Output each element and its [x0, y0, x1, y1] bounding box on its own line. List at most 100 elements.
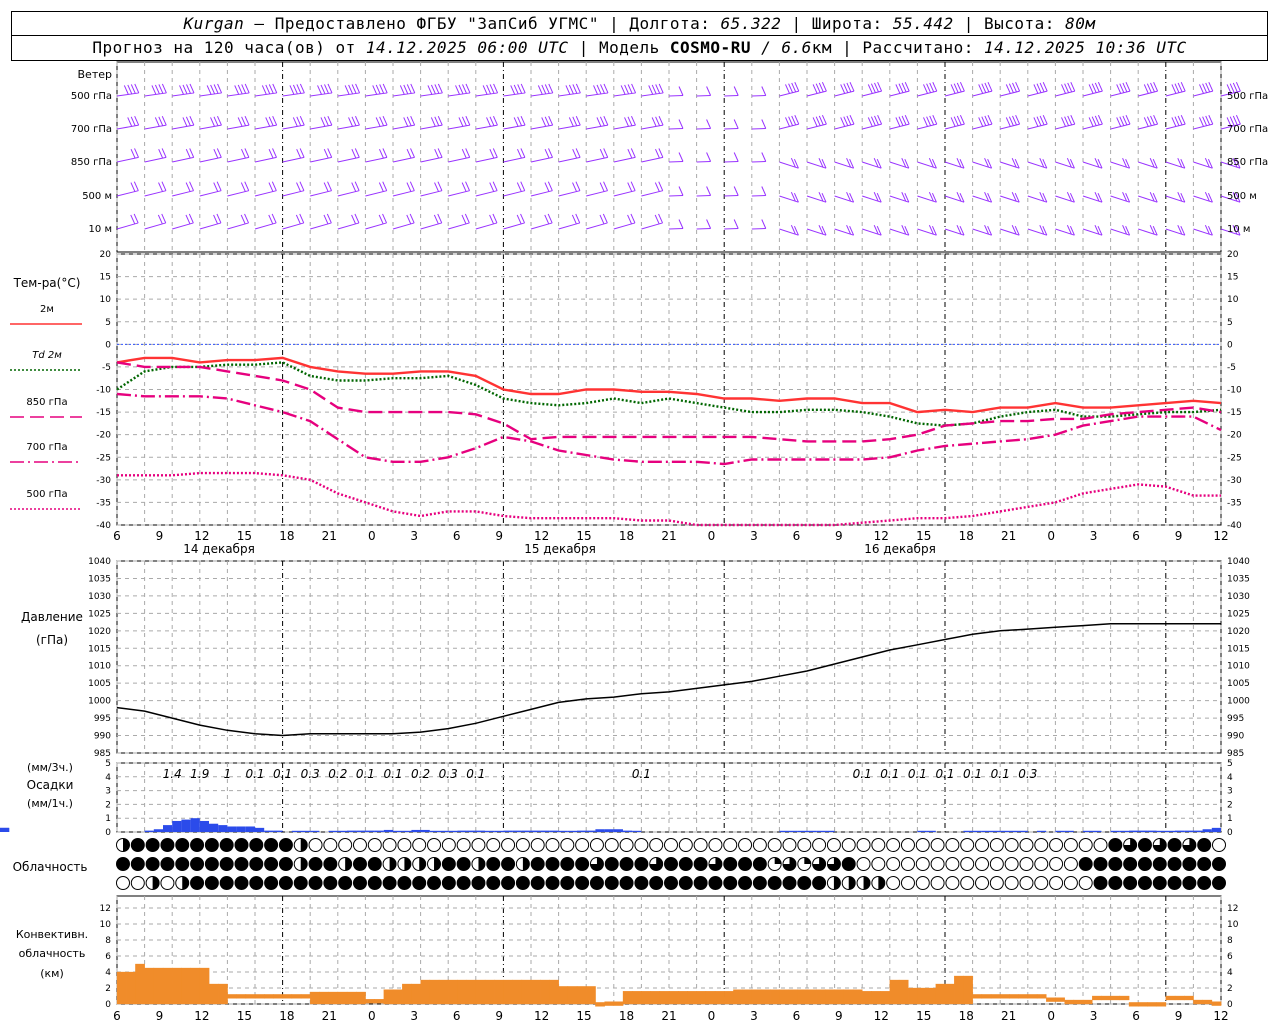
- cloud-cover-fill: [1168, 876, 1182, 890]
- wind-barb-flag: [406, 84, 412, 94]
- wind-barb-shaft: [310, 222, 332, 230]
- wind-level-left: 850 гПа: [71, 157, 112, 168]
- wind-barb-flag: [351, 148, 357, 159]
- precip-3h-label: 0.1: [245, 767, 264, 781]
- wind-barb-flag: [1174, 116, 1180, 126]
- wind-barb-flag: [133, 181, 139, 191]
- wind-barb-flag: [189, 181, 195, 191]
- conv-cloud-bar: [392, 989, 403, 1005]
- x-tick-lower: 9: [835, 1009, 843, 1023]
- conv-cloud-bar: [558, 986, 569, 1005]
- wind-barb-flag: [134, 83, 140, 94]
- conv-title-2: облачность: [19, 947, 86, 960]
- conv-cloud-bar: [126, 971, 136, 1005]
- wind-barb-flag: [1208, 114, 1214, 125]
- wind-barb-shaft: [475, 190, 498, 197]
- precip-title: Осадки: [27, 778, 74, 792]
- conv-ytick-left: 12: [100, 904, 111, 914]
- cloud-cover-symbol: [1049, 857, 1064, 871]
- precip-bar: [255, 827, 265, 832]
- precip-bar: [1083, 830, 1093, 832]
- x-tick-lower: 12: [1213, 1009, 1228, 1023]
- x-tick-lower: 18: [619, 1009, 634, 1023]
- temp-ytick-right: 15: [1227, 273, 1238, 283]
- precip-bar: [245, 826, 255, 832]
- wind-barb-flag: [355, 115, 360, 126]
- wind-barb-flag: [818, 115, 824, 126]
- conv-cloud-bar: [162, 967, 173, 1005]
- wind-barb-shaft: [365, 156, 388, 163]
- cloud-cover-fill: [605, 876, 619, 890]
- wind-barb-flag: [434, 148, 440, 159]
- wind-barb-shaft: [420, 190, 443, 197]
- wind-barb-flag: [651, 84, 657, 95]
- cloud-cover-fill: [486, 857, 500, 871]
- cloud-cover-fill: [531, 857, 545, 871]
- wind-barb-flag: [950, 84, 956, 94]
- conv-cloud-bar: [346, 991, 357, 1005]
- wind-barb-flag: [1199, 84, 1204, 94]
- cloud-cover-fill: [323, 876, 337, 890]
- conv-cloud-bar: [365, 999, 375, 1004]
- x-tick-lower: 9: [495, 1009, 503, 1023]
- wind-barb-flag: [406, 116, 412, 126]
- wind-barb-flag: [791, 82, 797, 93]
- conv-cloud-bar: [632, 991, 642, 1005]
- wind-barb-flag: [603, 83, 609, 94]
- wind-barb-flag: [1008, 83, 1014, 93]
- cloud-cover-fill: [679, 876, 693, 890]
- wind-level-left: 700 гПа: [71, 124, 112, 135]
- conv-cloud-bar: [981, 994, 992, 999]
- conv-cloud-bar: [604, 1001, 615, 1006]
- wind-barb-shaft: [530, 222, 553, 230]
- x-tick-upper: 6: [793, 529, 801, 543]
- wind-barb-flag: [244, 83, 250, 94]
- conv-cloud-bar: [724, 991, 734, 1005]
- wind-barb-flag: [1012, 115, 1017, 126]
- wind-barb-shaft: [613, 190, 636, 197]
- wind-barb-shaft: [337, 190, 360, 197]
- cloud-cover-fill: [404, 857, 411, 871]
- cloud-cover-symbol: [1078, 838, 1093, 852]
- conv-cloud-bar: [429, 979, 440, 1005]
- wind-barb-flag: [158, 116, 164, 126]
- cloud-cover-symbol: [382, 838, 397, 852]
- cloud-cover-fill: [723, 876, 737, 890]
- wind-barb-flag: [182, 84, 188, 95]
- cloud-cover-symbol: [841, 838, 856, 852]
- x-tick-upper: 6: [113, 529, 121, 543]
- cloud-cover-fill: [1153, 876, 1167, 890]
- precip-3h-label: 0.3: [301, 767, 320, 781]
- precip-bar: [374, 830, 384, 832]
- wind-barb-flag: [901, 115, 907, 126]
- precip-bar: [365, 830, 375, 832]
- cloud-cover-fill: [323, 857, 337, 871]
- wind-barb-flag: [272, 148, 277, 158]
- cloud-cover-symbol: [856, 857, 871, 871]
- wind-barb-flag: [1180, 81, 1186, 92]
- cloud-cover-symbol: [560, 838, 575, 852]
- wind-barb-flag: [568, 84, 574, 95]
- cloud-cover-symbol: [634, 838, 649, 852]
- wind-barb-shaft: [392, 124, 415, 130]
- temp-ytick-left: 10: [100, 295, 112, 305]
- precip-3h-label: 0.2: [328, 767, 347, 781]
- precip-bar: [153, 829, 163, 832]
- wind-barb-flag: [492, 213, 498, 224]
- wind-barb-flag: [1039, 82, 1045, 93]
- wind-barb-flag: [510, 85, 516, 95]
- precip-bar: [825, 830, 835, 832]
- wind-barb-flag: [127, 84, 133, 95]
- wind-barb-flag: [189, 115, 195, 126]
- wind-barb-flag: [272, 115, 278, 126]
- wind-barb-flag: [904, 81, 910, 92]
- wind-barb-flag: [237, 117, 243, 127]
- cloud-cover-symbol: [871, 857, 886, 871]
- cloud-title: Облачность: [13, 860, 88, 874]
- cloud-cover-fill: [560, 876, 574, 890]
- wind-barb-flag: [379, 116, 385, 126]
- cloud-cover-fill: [249, 838, 263, 852]
- cloud-cover-fill: [516, 876, 530, 890]
- wind-barb-flag: [956, 115, 962, 126]
- conv-cloud-bar: [438, 979, 449, 1005]
